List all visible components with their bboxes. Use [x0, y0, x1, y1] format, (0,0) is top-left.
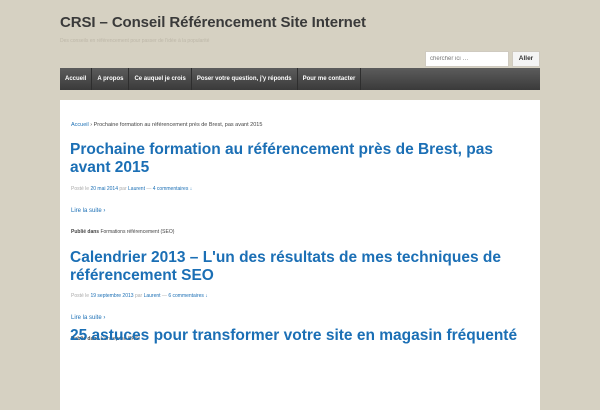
nav-item-poser-question[interactable]: Poser votre question, j'y réponds	[192, 68, 298, 90]
author-link[interactable]: Laurent	[128, 186, 145, 192]
nav-item-accueil[interactable]: Accueil	[60, 68, 93, 90]
breadcrumb: Accueil › Prochaine formation au référen…	[71, 122, 262, 128]
author-link[interactable]: Laurent	[144, 293, 161, 299]
content-area: Accueil › Prochaine formation au référen…	[60, 100, 540, 410]
nav-item-ce-auquel-je-crois[interactable]: Ce auquel je crois	[129, 68, 192, 90]
post-title-link[interactable]: 25 astuces pour transformer votre site e…	[70, 327, 530, 345]
read-more-link[interactable]: Lire la suite ›	[71, 315, 105, 321]
comments-link[interactable]: 4 commentaires ↓	[153, 186, 192, 192]
site-title[interactable]: CRSI – Conseil Référencement Site Intern…	[60, 14, 366, 31]
post-meta: Posté le 19 septembre 2013 par Laurent —…	[71, 293, 208, 299]
post-category: Publié dans Formations référencement (SE…	[71, 229, 174, 235]
breadcrumb-home-link[interactable]: Accueil	[71, 122, 89, 128]
by-label: par	[133, 293, 144, 299]
post-title-link[interactable]: Prochaine formation au référencement prè…	[70, 141, 530, 177]
site-description: Des conseils en référencement pour passe…	[60, 38, 210, 44]
category-link[interactable]: Formations référencement (SEO)	[100, 229, 174, 235]
nav-item-contact[interactable]: Pour me contacter	[298, 68, 362, 90]
comments-link[interactable]: 6 commentaires ↓	[168, 293, 207, 299]
by-label: par	[118, 186, 129, 192]
posted-on-label: Posté le	[71, 186, 91, 192]
meta-separator: —	[144, 186, 153, 192]
post-date-link[interactable]: 20 mai 2014	[90, 186, 118, 192]
main-navigation: Accueil A propos Ce auquel je crois Pose…	[60, 68, 540, 90]
posted-on-label: Posté le	[71, 293, 91, 299]
post-date-link[interactable]: 19 septembre 2013	[90, 293, 133, 299]
nav-item-a-propos[interactable]: A propos	[92, 68, 130, 90]
read-more-link[interactable]: Lire la suite ›	[71, 208, 105, 214]
search-input[interactable]	[425, 51, 509, 67]
breadcrumb-current: Prochaine formation au référencement prè…	[93, 122, 263, 128]
post-title-link[interactable]: Calendrier 2013 – L'un des résultats de …	[70, 249, 530, 285]
published-in-label: Publié dans	[71, 229, 101, 235]
search-button[interactable]: Aller	[512, 51, 540, 67]
post-meta: Posté le 20 mai 2014 par Laurent — 4 com…	[71, 186, 192, 192]
